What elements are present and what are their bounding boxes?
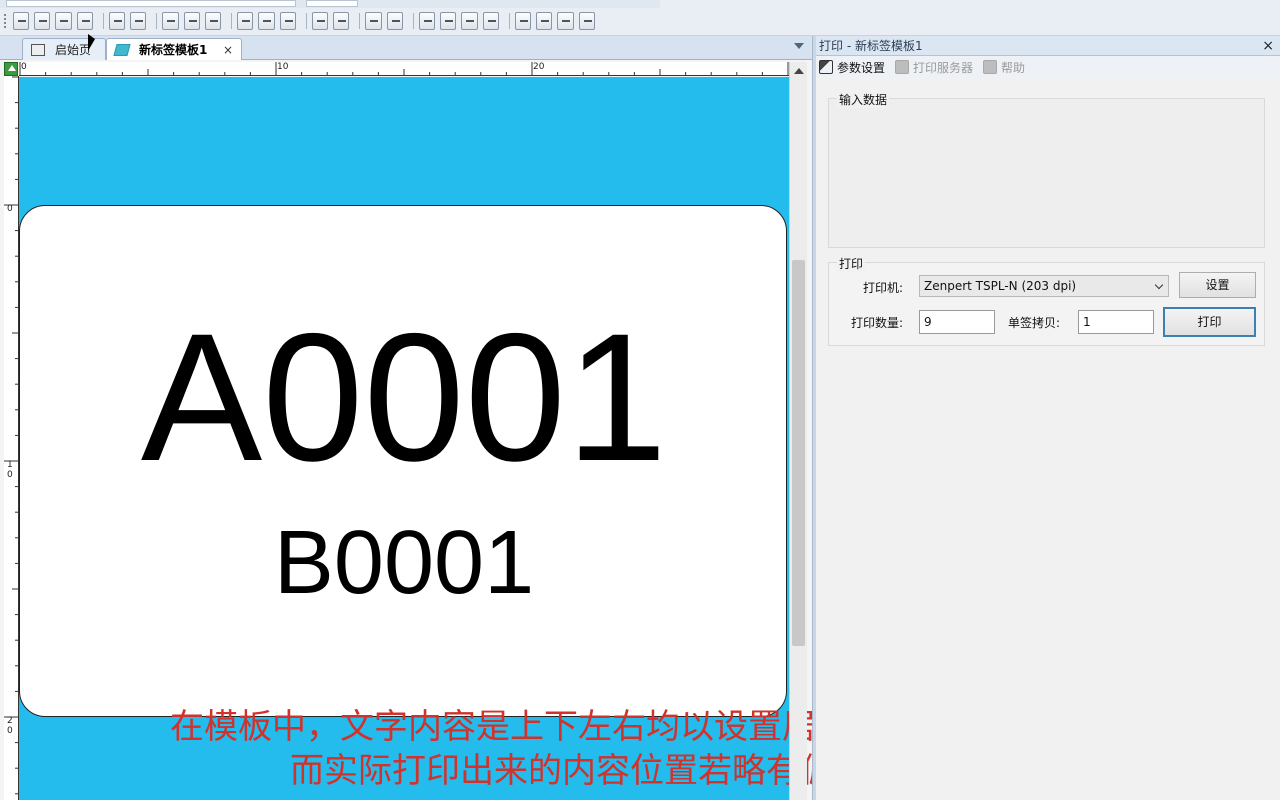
rotate-180-icon[interactable]: [183, 12, 200, 30]
chevron-down-icon: [1154, 280, 1164, 290]
help-label: 帮助: [1001, 60, 1026, 75]
frame-bottom-icon[interactable]: [557, 12, 574, 30]
page-center-v-icon[interactable]: [333, 12, 350, 30]
label-text-primary[interactable]: A0001: [20, 306, 788, 488]
document-tabbar: 启始页 新标签模板1 ×: [0, 36, 812, 60]
font-name-combo[interactable]: [6, 0, 296, 7]
mouse-cursor-icon: [88, 34, 95, 51]
tab-label: 启始页: [55, 43, 92, 57]
scroll-thumb[interactable]: [792, 260, 805, 646]
printer-label: 打印机:: [863, 281, 904, 295]
bring-forward-icon[interactable]: [461, 12, 478, 30]
printer-select[interactable]: Zenpert TSPL-N (203 dpi): [919, 275, 1169, 297]
panel-title: 打印 - 新标签模板1 ×: [816, 36, 1280, 56]
same-height-icon[interactable]: [237, 12, 254, 30]
send-back-icon[interactable]: [440, 12, 457, 30]
help-button[interactable]: 帮助: [983, 59, 1025, 76]
center-vertical-icon[interactable]: [130, 12, 147, 30]
ruler-label: 1: [7, 460, 13, 470]
start-page-icon: [31, 43, 45, 56]
toolbar-grip[interactable]: [4, 14, 7, 28]
page-center-h-icon[interactable]: [311, 12, 329, 30]
subtitle-caption-line2: 而实际打印出来的内容位置若略有偏差: [290, 751, 868, 791]
same-width-icon[interactable]: [258, 12, 275, 30]
wrench-icon: [819, 60, 833, 74]
ruler-origin-icon[interactable]: [4, 62, 18, 76]
toolbar-row-align: [0, 9, 600, 33]
send-backward-icon[interactable]: [482, 12, 499, 30]
label-text-secondary[interactable]: B0001: [20, 518, 788, 608]
parameter-settings-label: 参数设置: [837, 60, 886, 75]
ruler-label: 0: [7, 470, 13, 480]
align-left-icon[interactable]: [12, 12, 30, 30]
quantity-label: 打印数量:: [851, 316, 904, 330]
distribute-h-icon[interactable]: [365, 12, 382, 30]
align-right-icon[interactable]: [55, 12, 72, 30]
rotate-270-icon[interactable]: [204, 12, 222, 30]
label-template-icon: [113, 43, 131, 56]
input-data-legend: 输入数据: [837, 91, 890, 108]
vertical-ruler-ticks: [4, 76, 18, 795]
input-data-group: 输入数据: [828, 91, 1265, 248]
distribute-v-icon[interactable]: [386, 12, 403, 30]
toolbar-separator: [508, 13, 510, 29]
label-card[interactable]: A0001 B0001: [19, 205, 787, 717]
printer-select-value: Zenpert TSPL-N (203 dpi): [924, 279, 1077, 293]
tab-label-template[interactable]: 新标签模板1 ×: [106, 38, 242, 60]
panel-close-icon[interactable]: ×: [1262, 36, 1274, 56]
toolbar-separator: [156, 13, 158, 29]
ruler-label: 20: [533, 62, 545, 72]
printer-icon: [895, 60, 910, 74]
frame-right-icon[interactable]: [578, 12, 595, 30]
print-server-button[interactable]: 打印服务器: [895, 59, 973, 76]
align-top-icon[interactable]: [34, 12, 51, 30]
tab-label: 新标签模板1: [139, 43, 208, 57]
font-size-combo[interactable]: [306, 0, 358, 7]
toolbar-separator: [412, 13, 414, 29]
same-size-icon[interactable]: [279, 12, 296, 30]
parameter-settings-button[interactable]: 参数设置: [819, 59, 885, 76]
frame-left-icon[interactable]: [536, 12, 553, 30]
print-button[interactable]: 打印: [1163, 307, 1256, 337]
toolbar-separator: [231, 13, 233, 29]
center-horizontal-icon[interactable]: [108, 12, 126, 30]
print-panel: 打印 - 新标签模板1 × 参数设置 打印服务器 帮助 输入数据 打印 打印机:…: [816, 36, 1280, 800]
toolbar-row-top: [0, 0, 660, 8]
horizontal-ruler-ticks: [19, 62, 789, 75]
label-designer: 0 10 20 0 1 0 2 0 A0001 B0001 在模板中，文字内容是…: [0, 60, 952, 800]
horizontal-ruler: 0 10 20: [19, 62, 789, 76]
quantity-input[interactable]: 9: [919, 310, 995, 334]
frame-top-icon[interactable]: [514, 12, 532, 30]
toolbar-separator: [359, 13, 361, 29]
panel-title-text: 打印 - 新标签模板1: [819, 39, 923, 53]
ruler-label: 0: [7, 204, 13, 214]
toolbar-separator: [103, 13, 104, 29]
ruler-label: 0: [7, 726, 13, 736]
tab-list-dropdown-icon[interactable]: [794, 43, 804, 49]
copies-label: 单签拷贝:: [1008, 316, 1061, 330]
main-toolbar: [0, 0, 1280, 36]
panel-toolbar: 参数设置 打印服务器 帮助: [816, 56, 1280, 78]
ruler-label: 0: [21, 62, 27, 72]
print-group: 打印 打印机: Zenpert TSPL-N (203 dpi) 设置 打印数量…: [828, 255, 1265, 346]
vertical-ruler: 0 1 0 2 0: [4, 76, 19, 800]
ruler-label: 2: [7, 716, 13, 726]
copies-input[interactable]: 1: [1078, 310, 1154, 334]
designer-vertical-scrollbar[interactable]: [789, 62, 807, 800]
rotate-90-icon[interactable]: [162, 12, 179, 30]
help-icon: [983, 60, 998, 74]
print-server-label: 打印服务器: [913, 60, 974, 75]
toolbar-separator: [305, 13, 307, 29]
scroll-up-icon[interactable]: [794, 68, 804, 74]
tab-close-icon[interactable]: ×: [223, 43, 233, 57]
bring-front-icon[interactable]: [418, 12, 436, 30]
print-legend: 打印: [837, 255, 866, 272]
design-canvas[interactable]: A0001 B0001: [19, 77, 789, 800]
align-bottom-icon[interactable]: [76, 12, 94, 30]
ruler-label: 10: [277, 62, 289, 72]
printer-settings-button[interactable]: 设置: [1179, 272, 1256, 298]
